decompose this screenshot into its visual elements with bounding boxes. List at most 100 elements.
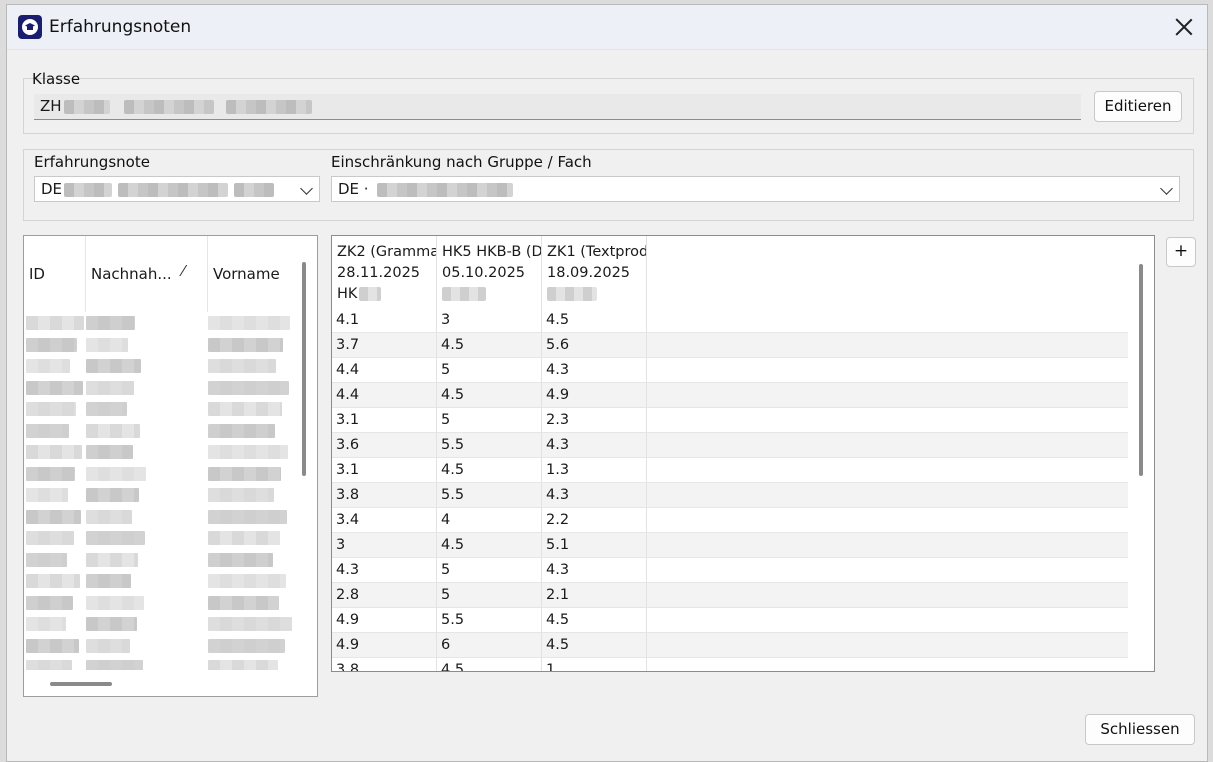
grade-cell[interactable]: 4 — [437, 508, 542, 532]
grade-cell[interactable]: 2.8 — [332, 583, 437, 607]
redacted-text — [86, 423, 140, 438]
col-header-vorname[interactable]: Vorname — [208, 236, 294, 312]
list-item[interactable] — [24, 484, 292, 506]
table-row[interactable]: 4.4 4.5 4.9 — [332, 383, 1128, 408]
list-item[interactable] — [24, 334, 292, 356]
grade-cell[interactable]: 4.4 — [332, 358, 437, 382]
add-column-button[interactable]: + — [1166, 237, 1196, 267]
list-item[interactable] — [24, 592, 292, 614]
grade-col-header[interactable]: ZK1 (Textprod 18.09.2025 — [542, 236, 647, 308]
grade-cell[interactable]: 4.1 — [332, 308, 437, 332]
grade-cell[interactable]: 5.5 — [437, 433, 542, 457]
grade-cell[interactable]: 3.1 — [332, 458, 437, 482]
grade-cell[interactable]: 1.3 — [542, 458, 647, 482]
close-icon[interactable] — [1171, 14, 1197, 40]
col-header-id[interactable]: ID — [24, 236, 86, 312]
grade-cell[interactable]: 4.5 — [542, 608, 647, 632]
grade-cell[interactable]: 4.3 — [542, 483, 647, 507]
list-item[interactable] — [24, 570, 292, 592]
redacted-text — [86, 466, 146, 481]
grade-cell[interactable]: 4.5 — [437, 658, 542, 671]
redacted-text — [208, 531, 280, 545]
list-item[interactable] — [24, 441, 292, 463]
table-row[interactable]: 4.3 5 4.3 — [332, 558, 1128, 583]
student-rows[interactable] — [24, 312, 292, 670]
grade-cell[interactable]: 5.6 — [542, 333, 647, 357]
table-row[interactable]: 4.9 5.5 4.5 — [332, 608, 1128, 633]
grade-cell[interactable]: 4.3 — [542, 358, 647, 382]
student-list-hscrollbar[interactable] — [50, 682, 112, 686]
grade-cell[interactable]: 3 — [437, 308, 542, 332]
list-item[interactable] — [24, 656, 292, 670]
schliessen-button[interactable]: Schliessen — [1085, 714, 1195, 745]
grade-cell[interactable]: 4.3 — [332, 558, 437, 582]
grade-cell[interactable]: 4.5 — [542, 633, 647, 657]
grade-cell[interactable]: 5 — [437, 408, 542, 432]
grade-cell[interactable]: 3.6 — [332, 433, 437, 457]
list-item[interactable] — [24, 506, 292, 528]
grade-cell[interactable]: 4.3 — [542, 558, 647, 582]
grade-cell[interactable]: 2.1 — [542, 583, 647, 607]
grade-cell[interactable]: 4.9 — [542, 383, 647, 407]
list-item[interactable] — [24, 549, 292, 571]
grade-cell[interactable]: 5.5 — [437, 483, 542, 507]
grades-vscrollbar[interactable] — [1139, 264, 1143, 476]
table-row[interactable]: 3.8 4.5 1 — [332, 658, 1128, 671]
grade-cell[interactable]: 5.5 — [437, 608, 542, 632]
grade-cell[interactable]: 4.9 — [332, 608, 437, 632]
list-item[interactable] — [24, 377, 292, 399]
grade-cell[interactable]: 3.8 — [332, 658, 437, 671]
col-header-nachname[interactable]: Nachnah... — [86, 236, 208, 312]
list-item[interactable] — [24, 398, 292, 420]
erfahrungsnote-select[interactable]: DE — [34, 176, 320, 202]
table-row[interactable]: 3.1 4.5 1.3 — [332, 458, 1128, 483]
editieren-button[interactable]: Editieren — [1094, 91, 1182, 122]
table-row[interactable]: 3.8 5.5 4.3 — [332, 483, 1128, 508]
redacted-text — [26, 380, 83, 395]
table-row[interactable]: 3.4 4 2.2 — [332, 508, 1128, 533]
grade-cell[interactable]: 4.5 — [437, 458, 542, 482]
student-list-header: ID Nachnah... ⁄ Vorname — [24, 236, 294, 312]
table-row[interactable]: 2.8 5 2.1 — [332, 583, 1128, 608]
list-item[interactable] — [24, 527, 292, 549]
grade-cell[interactable]: 3 — [332, 533, 437, 557]
grade-cell[interactable]: 2.3 — [542, 408, 647, 432]
list-item[interactable] — [24, 355, 292, 377]
grade-cell[interactable]: 5 — [437, 358, 542, 382]
grade-cell[interactable]: 4.4 — [332, 383, 437, 407]
student-list-vscrollbar[interactable] — [302, 262, 306, 476]
grade-cell[interactable]: 1 — [542, 658, 647, 671]
list-item[interactable] — [24, 420, 292, 442]
list-item[interactable] — [24, 613, 292, 635]
list-item[interactable] — [24, 463, 292, 485]
grade-cell[interactable]: 5 — [437, 583, 542, 607]
table-row[interactable]: 3.1 5 2.3 — [332, 408, 1128, 433]
grade-cell[interactable]: 5.1 — [542, 533, 647, 557]
filter-select[interactable]: DE · — [331, 176, 1180, 202]
list-item[interactable] — [24, 635, 292, 657]
grade-cell[interactable]: 3.1 — [332, 408, 437, 432]
grade-cell[interactable]: 2.2 — [542, 508, 647, 532]
grade-cell[interactable]: 3.4 — [332, 508, 437, 532]
grade-cell[interactable]: 4.5 — [437, 333, 542, 357]
table-row[interactable]: 4.4 5 4.3 — [332, 358, 1128, 383]
table-row[interactable]: 3.6 5.5 4.3 — [332, 433, 1128, 458]
grade-cell[interactable]: 4.3 — [542, 433, 647, 457]
table-row[interactable]: 4.1 3 4.5 — [332, 308, 1128, 333]
grade-cell[interactable]: 4.5 — [437, 383, 542, 407]
grade-col-header[interactable]: HK5 HKB-B (D 05.10.2025 — [437, 236, 542, 308]
table-row[interactable]: 4.9 6 4.5 — [332, 633, 1128, 658]
table-row[interactable]: 3 4.5 5.1 — [332, 533, 1128, 558]
list-item[interactable] — [24, 312, 292, 334]
grade-col-header[interactable]: ZK2 (Gramma 28.11.2025 HK — [332, 236, 437, 308]
grade-cell[interactable]: 5 — [437, 558, 542, 582]
grade-cell[interactable]: 6 — [437, 633, 542, 657]
chevron-down-icon — [1160, 182, 1173, 195]
sort-indicator-icon: ⁄ — [182, 262, 185, 280]
grade-cell[interactable]: 3.7 — [332, 333, 437, 357]
grade-cell[interactable]: 4.5 — [542, 308, 647, 332]
grade-cell[interactable]: 4.9 — [332, 633, 437, 657]
table-row[interactable]: 3.7 4.5 5.6 — [332, 333, 1128, 358]
grade-cell[interactable]: 3.8 — [332, 483, 437, 507]
grade-cell[interactable]: 4.5 — [437, 533, 542, 557]
